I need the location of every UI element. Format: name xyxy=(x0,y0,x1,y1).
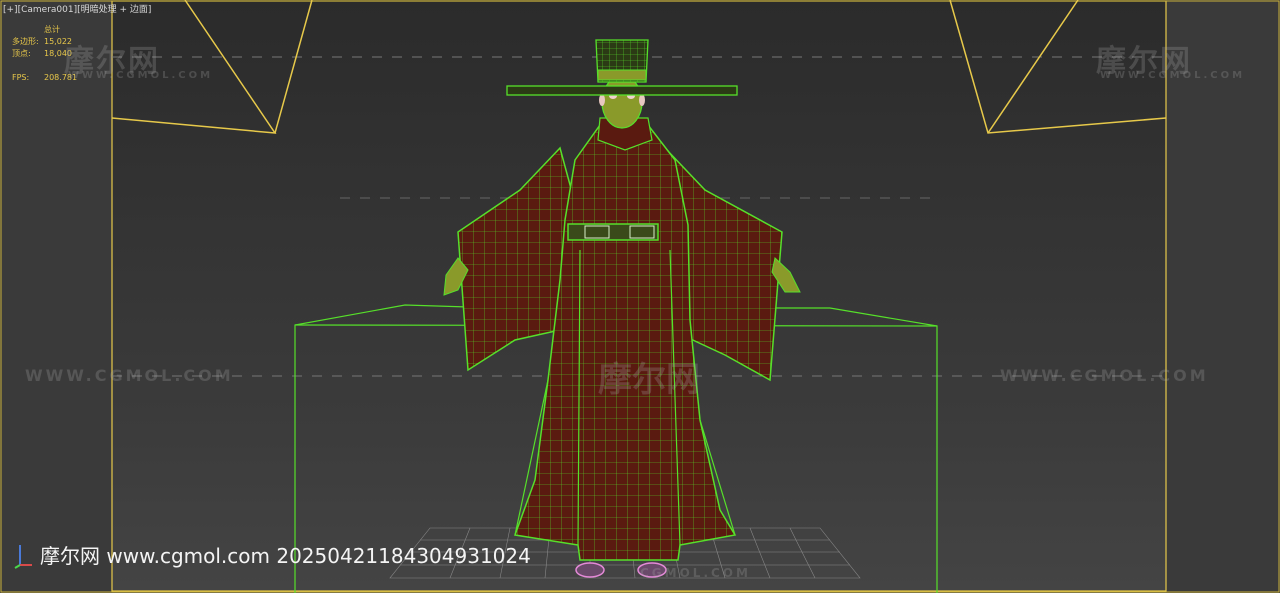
left-ear xyxy=(599,94,605,106)
viewport-label[interactable]: [+][Camera001][明暗处理 + 边面] xyxy=(3,2,151,15)
right-side-panel xyxy=(1166,0,1280,593)
viewport-menu-plus[interactable]: [+] xyxy=(3,5,18,15)
stats-row-fps: FPS: 208.781 xyxy=(12,72,77,84)
scene-canvas xyxy=(0,0,1280,593)
stats-label: 多边形: xyxy=(12,37,39,46)
viewport-camera-menu[interactable]: [Camera001] xyxy=(18,5,78,15)
stats-label: 顶点: xyxy=(12,49,31,58)
right-ear xyxy=(639,94,645,106)
right-shoe xyxy=(637,562,667,578)
footer-watermark: 摩尔网 www.cgmol.com 20250421184304931024 xyxy=(14,540,531,569)
left-side-panel xyxy=(0,0,112,593)
fps-value: 208.781 xyxy=(44,73,78,82)
hat-band xyxy=(597,69,647,81)
footer-text: 摩尔网 www.cgmol.com 20250421184304931024 xyxy=(40,544,531,568)
stats-value: 18,040 xyxy=(44,49,72,58)
stats-value: 15,022 xyxy=(44,37,72,46)
stats-row-vertices: 顶点: 18,040 xyxy=(12,48,77,60)
right-camera-wire xyxy=(949,0,1167,134)
stats-header: 总计 xyxy=(44,25,60,34)
left-camera-wire-2 xyxy=(274,0,313,134)
right-camera-wire-2 xyxy=(987,0,1079,134)
hat-wings xyxy=(506,85,738,96)
scene-statistics: 总计 多边形: 15,022 顶点: 18,040 FPS: 208.781 xyxy=(12,24,77,84)
stats-row-polygons: 多边形: 15,022 xyxy=(12,36,77,48)
camera-viewport[interactable]: [+][Camera001][明暗处理 + 边面] 总计 多边形: 15,022… xyxy=(0,0,1280,593)
axis-gizmo-icon xyxy=(14,544,32,569)
left-camera-wire xyxy=(111,0,277,134)
viewport-shading-menu[interactable]: [明暗处理 + 边面] xyxy=(77,5,151,15)
left-shoe xyxy=(575,562,605,578)
fps-label: FPS: xyxy=(12,73,30,82)
face xyxy=(601,75,643,129)
